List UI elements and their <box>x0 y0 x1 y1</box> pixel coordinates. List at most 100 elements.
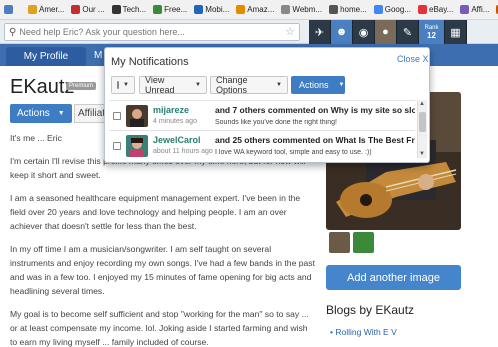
notification-snippet: I love WA keyword tool, simple and easy … <box>215 149 372 156</box>
bio-paragraph: My goal is to become self sufficient and… <box>10 309 309 347</box>
globe-icon[interactable]: ◉ <box>353 20 375 44</box>
bookmark-favicon-icon <box>4 5 13 14</box>
tab-partial[interactable]: M <box>94 50 102 61</box>
bookmark-favicon-icon <box>418 5 427 14</box>
bookmark-item[interactable]: Free... <box>153 5 187 14</box>
avatar <box>126 135 148 157</box>
help-search-input[interactable] <box>19 27 270 37</box>
notifications-panel: My Notifications Close X ▼ View Unread ▼… <box>104 47 430 163</box>
bookmark-favicon-icon <box>71 5 81 14</box>
profile-bio: It's me ... Eric I'm certain I'll revise… <box>10 131 316 347</box>
bookmark-label: Mobi... <box>205 5 230 14</box>
bio-paragraph: In my off time I am a musician/songwrite… <box>10 244 315 296</box>
bookmark-item[interactable]: Goog... <box>373 5 411 14</box>
bookmark-label: Webm... <box>292 5 323 14</box>
bookmark-label: Goog... <box>384 5 411 14</box>
bookmark-label: Affi... <box>471 5 490 14</box>
rank-value: 12 <box>427 31 436 40</box>
bookmark-favicon-icon <box>28 5 37 14</box>
caret-down-icon: ▼ <box>195 82 201 88</box>
bookmark-item[interactable]: eBay... <box>418 5 453 14</box>
scroll-thumb[interactable] <box>419 112 426 132</box>
caret-down-icon: ▼ <box>123 82 129 88</box>
bookmark-item[interactable] <box>4 5 15 14</box>
toolbar-icons: ✈ ☻ ◉ ● ✎ Rank 12 ▦ <box>309 20 467 44</box>
notifications-actions-label: Actions <box>299 80 329 90</box>
row-checkbox[interactable] <box>113 142 121 150</box>
change-options-label: Change Options <box>216 75 248 95</box>
bookmark-label: eBay... <box>429 5 454 14</box>
notifications-actions-button[interactable]: Actions ▼ <box>291 76 345 94</box>
bookmark-favicon-icon <box>111 5 121 14</box>
notification-user[interactable]: mijareze <box>153 105 189 115</box>
bookmark-label: Amaz... <box>247 5 275 14</box>
view-filter-dropdown[interactable]: View Unread ▼ <box>139 75 207 95</box>
blog-link[interactable]: • Rolling With E V <box>330 327 397 337</box>
close-link[interactable]: Close X <box>397 54 429 64</box>
bookmark-label: Amer... <box>39 5 65 14</box>
bookmark-favicon-icon <box>153 5 163 14</box>
bookmark-item[interactable]: Mobi... <box>194 5 229 14</box>
help-search-box[interactable]: ⚲ ☆ <box>4 23 300 41</box>
bookmark-item[interactable]: Our ... <box>71 5 105 14</box>
notifications-scrollbar[interactable]: ▲ ▼ <box>417 100 427 158</box>
bookmark-label: home... <box>340 5 367 14</box>
bookmark-favicon-icon <box>329 5 339 14</box>
bookmarks-bar: Amer... Our ... Tech... Free... Mobi... Amaz.… <box>0 0 498 20</box>
caret-down-icon: ▼ <box>57 110 65 117</box>
pencil-icon[interactable]: ✎ <box>397 20 419 44</box>
change-options-dropdown[interactable]: Change Options ▼ <box>210 75 288 95</box>
bookmark-favicon-icon <box>281 5 291 14</box>
bookmark-favicon-icon <box>236 5 246 14</box>
notification-message[interactable]: and 7 others commented on Why is my site… <box>215 105 415 115</box>
add-image-button[interactable]: Add another image <box>326 265 461 290</box>
people-icon[interactable]: ☻ <box>331 20 353 44</box>
photo-thumbnail[interactable] <box>329 232 350 253</box>
select-all-dropdown[interactable]: ▼ <box>111 76 135 94</box>
profile-actions-button[interactable]: Actions ▼ <box>10 104 72 123</box>
bookmark-item[interactable]: Amaz... <box>236 5 274 14</box>
bookmark-label: Tech... <box>122 5 147 14</box>
airplane-icon[interactable]: ✈ <box>309 20 331 44</box>
bookmark-favicon-icon <box>194 5 204 14</box>
blog-link-label: Rolling With E V <box>335 327 397 337</box>
caret-down-icon: ▼ <box>338 82 345 88</box>
bookmark-item[interactable]: Webm... <box>281 5 322 14</box>
site-topbar: ⚲ ☆ ✈ ☻ ◉ ● ✎ Rank 12 ▦ <box>0 20 498 44</box>
view-filter-label: View Unread <box>145 75 175 95</box>
bookmark-item[interactable]: Affi... <box>460 5 489 14</box>
notification-user[interactable]: JewelCarol <box>153 135 201 145</box>
notification-snippet: Sounds like you've done the right thing! <box>215 119 337 126</box>
notifications-title: My Notifications <box>111 56 189 68</box>
notification-row[interactable]: mijareze 4 minutes ago and 7 others comm… <box>109 100 415 130</box>
scroll-down-icon[interactable]: ▼ <box>419 151 425 157</box>
caret-down-icon: ▼ <box>276 82 282 88</box>
blogs-heading: Blogs by EKautz <box>326 303 415 317</box>
apps-icon[interactable]: ▦ <box>445 20 467 44</box>
bookmark-item[interactable]: Tech... <box>111 5 147 14</box>
bio-paragraph: I am a seasoned healthcare equipment man… <box>10 193 301 231</box>
notification-row[interactable]: JewelCarol about 11 hours ago and 25 oth… <box>109 130 415 160</box>
avatar <box>126 105 148 127</box>
bookmark-favicon-icon <box>460 5 470 14</box>
select-all-checkbox[interactable] <box>117 81 120 89</box>
notification-time: 4 minutes ago <box>153 118 197 125</box>
bookmark-label: Our ... <box>82 5 105 14</box>
bookmark-item[interactable]: home... <box>329 5 367 14</box>
notification-time: about 11 hours ago <box>153 148 213 155</box>
star-icon[interactable]: ☆ <box>285 25 295 38</box>
bookmark-label: Free... <box>164 5 188 14</box>
premium-badge: Premium <box>66 82 97 90</box>
avatar[interactable]: ● <box>375 20 397 44</box>
bookmark-favicon-icon <box>373 5 383 14</box>
rank-badge[interactable]: Rank 12 <box>419 20 445 44</box>
photo-thumbnail[interactable] <box>353 232 374 253</box>
tab-my-profile[interactable]: My Profile <box>6 47 86 66</box>
row-checkbox[interactable] <box>113 112 121 120</box>
bookmark-item[interactable]: Amer... <box>28 5 64 14</box>
scroll-up-icon[interactable]: ▲ <box>419 101 425 107</box>
profile-name: EKautz <box>10 76 75 98</box>
profile-actions-label: Actions <box>17 108 50 119</box>
notification-message[interactable]: and 25 others commented on What Is The B… <box>215 135 415 145</box>
search-icon: ⚲ <box>9 26 17 38</box>
